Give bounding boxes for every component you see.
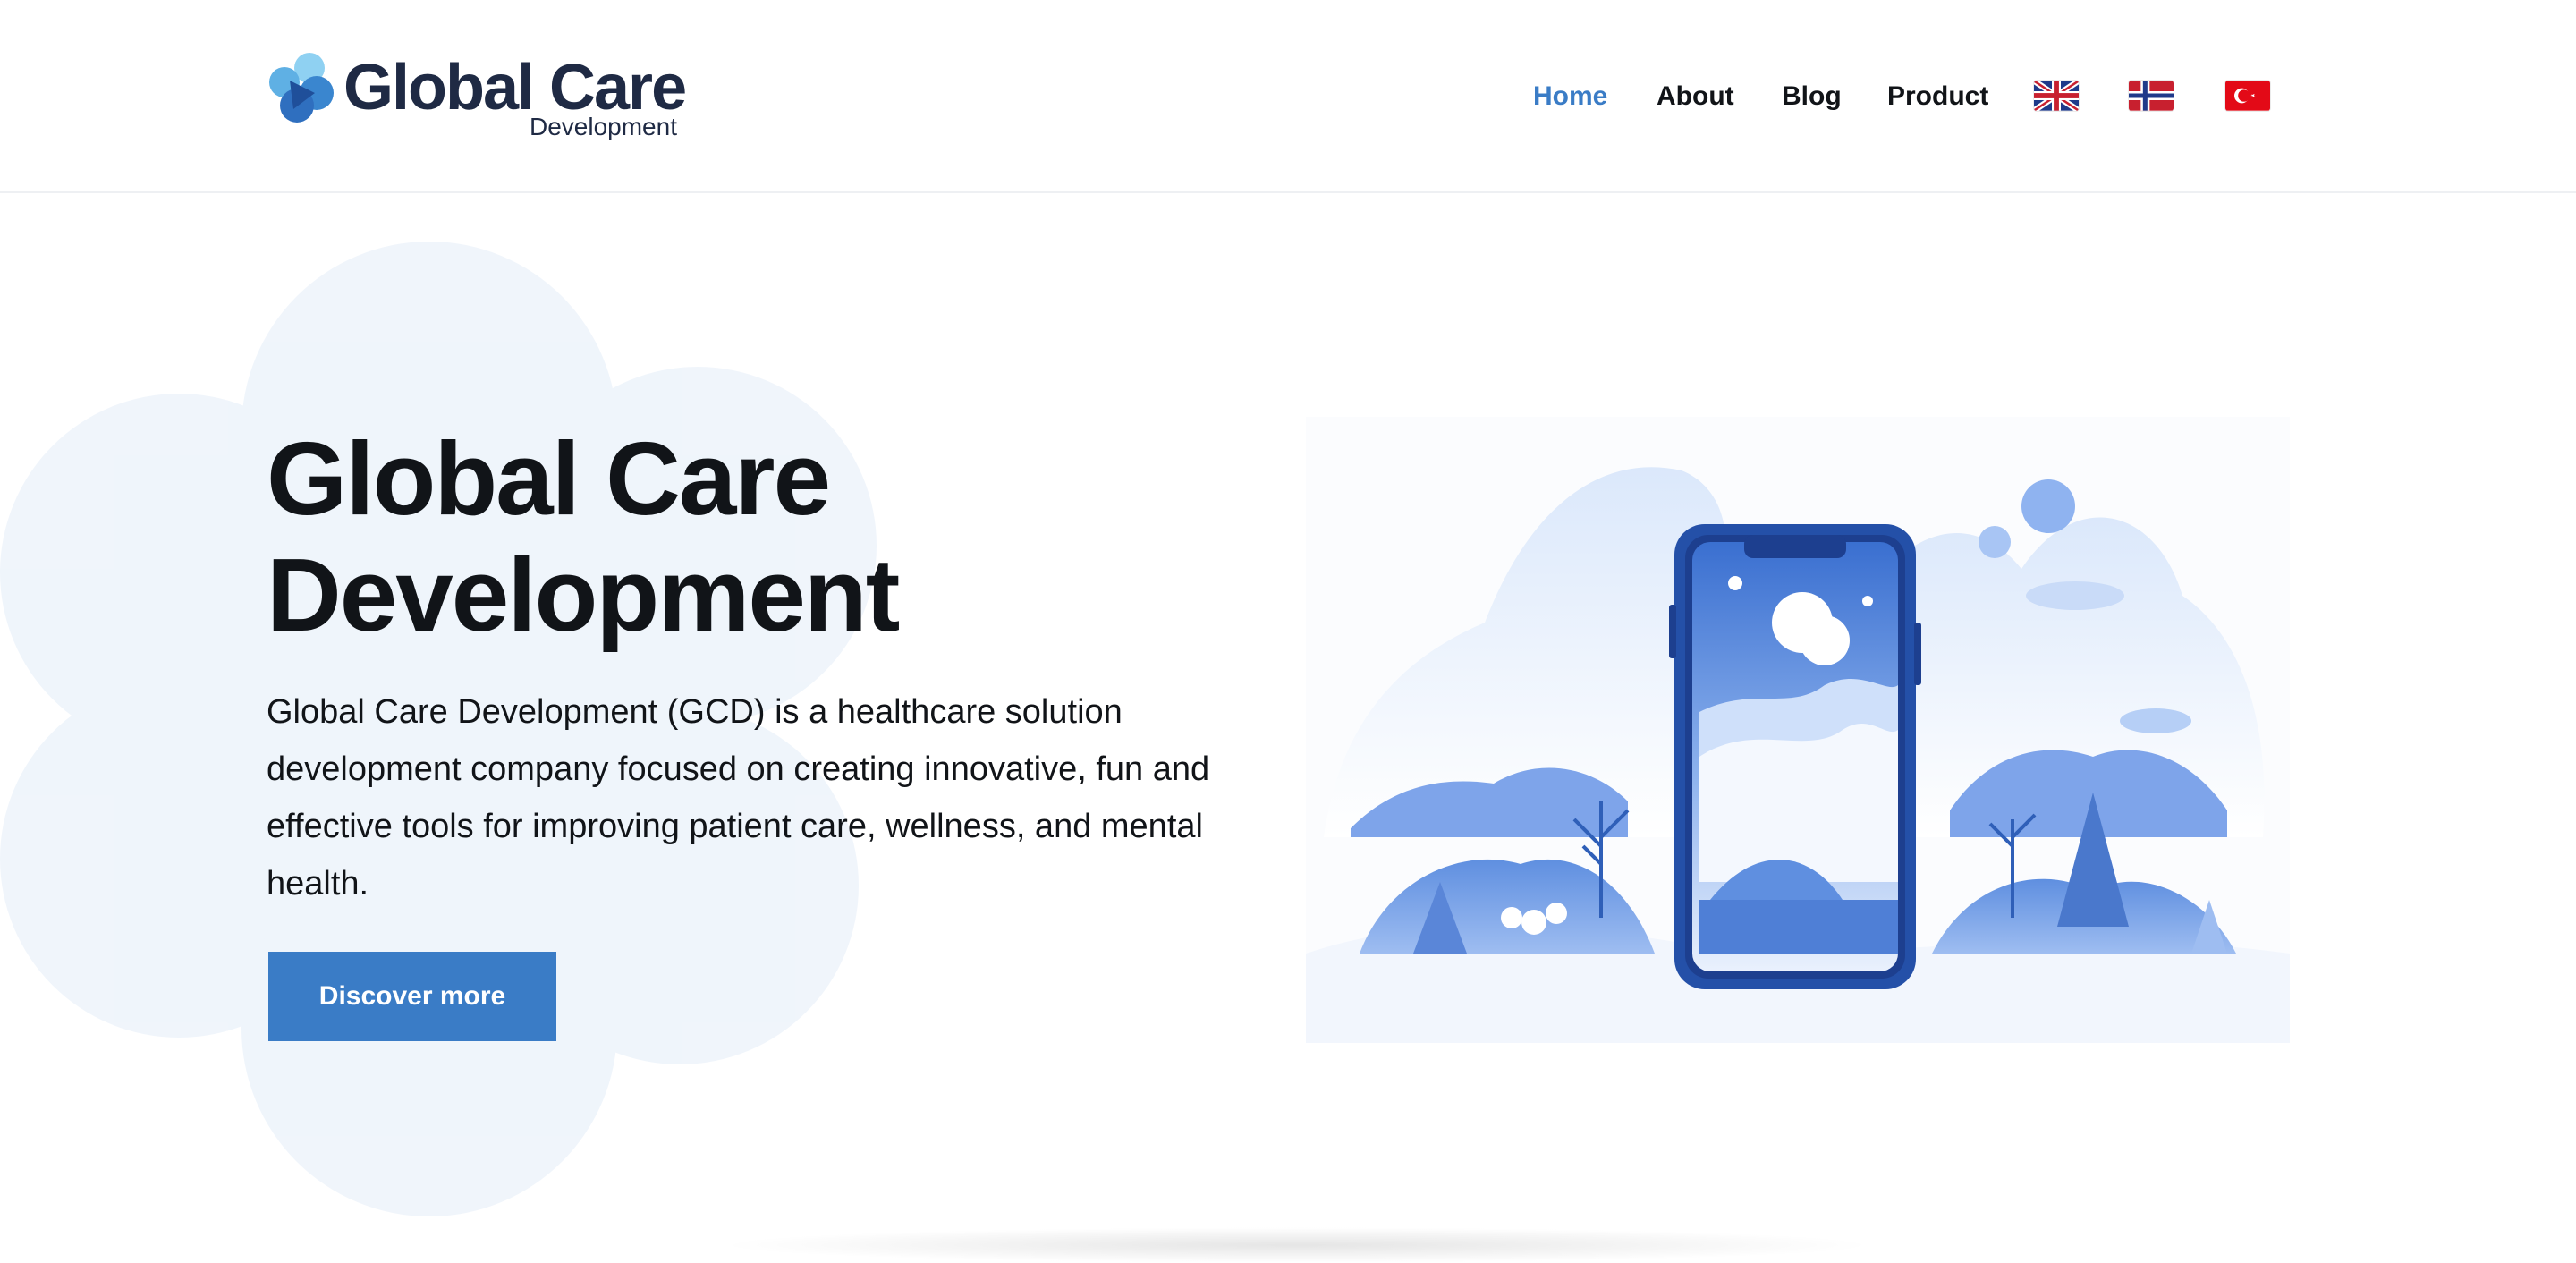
brand-logo[interactable]: Global Care Development [267,50,687,147]
nav-link-about[interactable]: About [1657,72,1734,122]
uk-flag-icon[interactable] [2034,81,2079,111]
nav-link-blog[interactable]: Blog [1782,72,1842,122]
main-nav: Home About Blog Product [1521,72,2326,122]
brand-subtitle: Development [530,113,677,140]
norway-flag-icon[interactable] [2129,81,2174,111]
site-header: Global Care Development Home About Blog … [0,0,2576,193]
phone-winter-landscape-illustration [1306,417,2290,1043]
hero-description: Global Care Development (GCD) is a healt… [267,693,1210,903]
section-divider-shadow [716,1227,1878,1263]
nav-link-product[interactable]: Product [1887,72,1988,122]
discover-more-button[interactable]: Discover more [268,952,556,1041]
hero-title: Global Care Development [267,420,900,653]
turkey-flag-icon[interactable] [2225,81,2270,111]
flower-logo-icon [269,53,334,123]
nav-link-home[interactable]: Home [1533,72,1607,122]
